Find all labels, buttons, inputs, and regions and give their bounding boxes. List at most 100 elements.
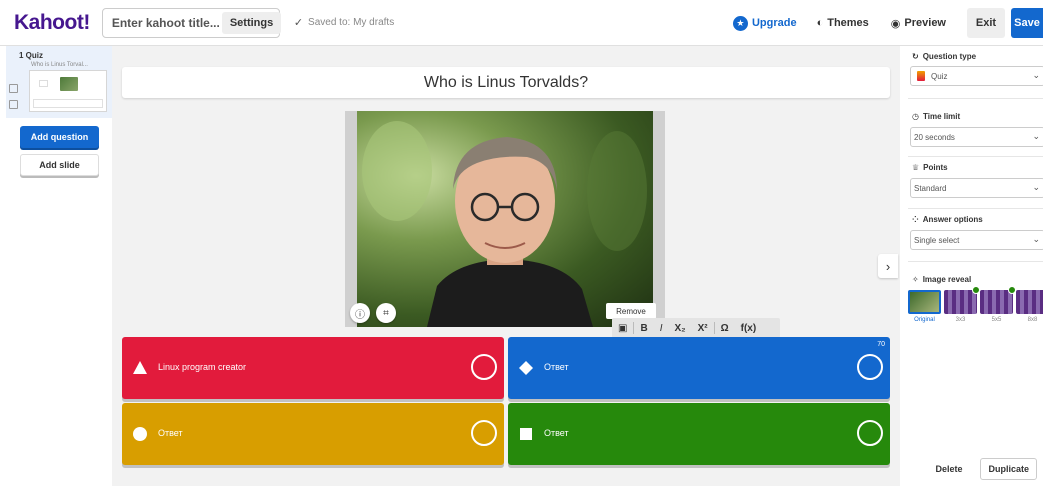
reveal-8x8[interactable] [1016, 290, 1043, 314]
add-slide-button[interactable]: Add slide [20, 154, 99, 176]
time-limit-label: ◷ Time limit [912, 112, 960, 121]
omega-button[interactable]: Ω [715, 318, 735, 338]
add-question-button[interactable]: Add question [20, 126, 99, 148]
grid-icon: ⁘ [912, 215, 919, 224]
reveal-5x5[interactable] [980, 286, 1016, 314]
preview-button[interactable]: ◉ Preview [884, 8, 953, 38]
crop-icon[interactable]: ⌗ [376, 303, 396, 323]
correct-toggle-3[interactable] [471, 420, 497, 446]
bold-button[interactable]: B [634, 318, 653, 338]
diamond-icon [519, 361, 533, 375]
question-type-select[interactable]: Quiz ⌄ [910, 66, 1043, 86]
left-sidebar: 1 Quiz Who is Linus Torval... Add questi… [0, 46, 112, 486]
duplicate-slide-icon[interactable] [9, 84, 18, 93]
chevron-down-icon: ⌄ [1032, 182, 1040, 192]
correct-toggle-4[interactable] [857, 420, 883, 446]
thumb-media-placeholder [39, 80, 48, 87]
question-image[interactable] [357, 111, 653, 327]
remove-image-button[interactable]: Remove [606, 303, 656, 319]
subscript-button[interactable]: X₂ [668, 318, 691, 338]
trash-icon[interactable] [9, 100, 18, 109]
delete-button[interactable]: Delete [927, 458, 970, 480]
divider [908, 208, 1043, 209]
image-reveal-labels: Original 3x3 5x5 8x8 [908, 317, 1043, 323]
themes-button[interactable]: ◐ Themes [810, 8, 876, 38]
question-title[interactable]: Who is Linus Torvalds? [122, 67, 890, 98]
time-limit-value: 20 seconds [914, 132, 955, 142]
right-panel-actions: Delete Duplicate [900, 458, 1043, 480]
image-icon[interactable]: ▣ [612, 318, 633, 338]
format-toolbar: ▣ B I X₂ X² Ω f(x) [612, 318, 780, 338]
sparkle-icon: ✧ [912, 275, 919, 284]
star-icon: ★ [732, 15, 748, 31]
time-limit-label-text: Time limit [922, 112, 961, 121]
answer-4[interactable]: Ответ [508, 403, 890, 465]
trophy-icon: ♕ [912, 163, 920, 172]
divider [908, 156, 1043, 157]
reveal-original[interactable] [908, 290, 941, 314]
reveal-3x3[interactable] [944, 286, 980, 314]
badge-icon [972, 286, 980, 294]
points-label-text: Points [923, 163, 948, 172]
palette-icon: ◐ [816, 17, 824, 29]
top-bar: Kahoot! Settings ✓ Saved to: My drafts ★… [0, 0, 1043, 46]
saved-text: Saved to: My drafts [308, 17, 395, 28]
slide-number: 1 Quiz [19, 51, 44, 60]
portrait-illustration [362, 121, 647, 327]
main-editor: Who is Linus Torvalds? ⓘ ⌗ Remove ▣ B I … [112, 46, 900, 486]
points-value: Standard [914, 183, 947, 193]
thumb-answers [33, 99, 103, 108]
eye-icon: ◉ [890, 17, 901, 30]
divider [908, 261, 1043, 262]
correct-toggle-1[interactable] [471, 354, 497, 380]
thumb-image [60, 77, 78, 91]
question-type-label: ↻ Question type [912, 52, 976, 61]
chevron-down-icon: ⌄ [1032, 131, 1040, 141]
duplicate-button[interactable]: Duplicate [980, 458, 1037, 480]
triangle-icon [133, 361, 147, 374]
question-type-value: Quiz [931, 71, 948, 81]
answer-4-text[interactable]: Ответ [544, 428, 569, 438]
time-limit-select[interactable]: 20 seconds ⌄ [910, 127, 1043, 147]
chevron-right-icon[interactable]: › [878, 254, 898, 278]
kahoot-title-input[interactable] [111, 15, 222, 30]
upgrade-button[interactable]: ★ Upgrade [726, 8, 804, 38]
check-icon: ✓ [293, 17, 304, 29]
square-icon [520, 428, 532, 440]
right-panel: ↻ Question type Quiz ⌄ ◷ Time limit 20 s… [900, 46, 1043, 486]
slide-card[interactable]: 1 Quiz Who is Linus Torval... [6, 46, 112, 118]
reveal-label: Original [914, 317, 935, 323]
function-button[interactable]: f(x) [735, 318, 763, 338]
settings-button[interactable]: Settings [221, 11, 282, 34]
answer-1[interactable]: Linux program creator [122, 337, 504, 399]
answer-2-text[interactable]: Ответ [544, 362, 569, 372]
exit-button[interactable]: Exit [967, 8, 1005, 38]
points-select[interactable]: Standard ⌄ [910, 178, 1043, 198]
slide-thumbnail[interactable] [29, 70, 107, 112]
answer-options-select[interactable]: Single select ⌄ [910, 230, 1043, 250]
image-reveal-label-text: Image reveal [922, 275, 972, 284]
themes-label: Themes [827, 17, 869, 29]
top-right-actions: ★ Upgrade ◐ Themes ◉ Preview Exit Save [726, 8, 1043, 38]
superscript-button[interactable]: X² [692, 318, 714, 338]
clock-icon: ◷ [912, 112, 919, 121]
kahoot-logo[interactable]: Kahoot! [14, 11, 90, 35]
info-icon[interactable]: ⓘ [350, 303, 370, 323]
save-button[interactable]: Save [1011, 8, 1043, 38]
answer-1-text[interactable]: Linux program creator [158, 362, 246, 372]
answer-options-label-text: Answer options [922, 215, 983, 224]
badge-icon [1008, 286, 1016, 294]
answer-3-text[interactable]: Ответ [158, 428, 183, 438]
reveal-label: 5x5 [991, 317, 1002, 323]
question-type-icon: ↻ [912, 52, 919, 61]
chevron-down-icon: ⌄ [1032, 70, 1040, 80]
points-label: ♕ Points [912, 163, 948, 172]
saved-status: ✓ Saved to: My drafts [294, 16, 394, 29]
circle-icon [133, 427, 147, 441]
title-box: Settings [101, 7, 282, 38]
quiz-icon [917, 71, 925, 81]
answer-3[interactable]: Ответ [122, 403, 504, 465]
italic-button[interactable]: I [654, 318, 669, 338]
answer-2[interactable]: Ответ 70 [508, 337, 890, 399]
correct-toggle-2[interactable] [857, 354, 883, 380]
